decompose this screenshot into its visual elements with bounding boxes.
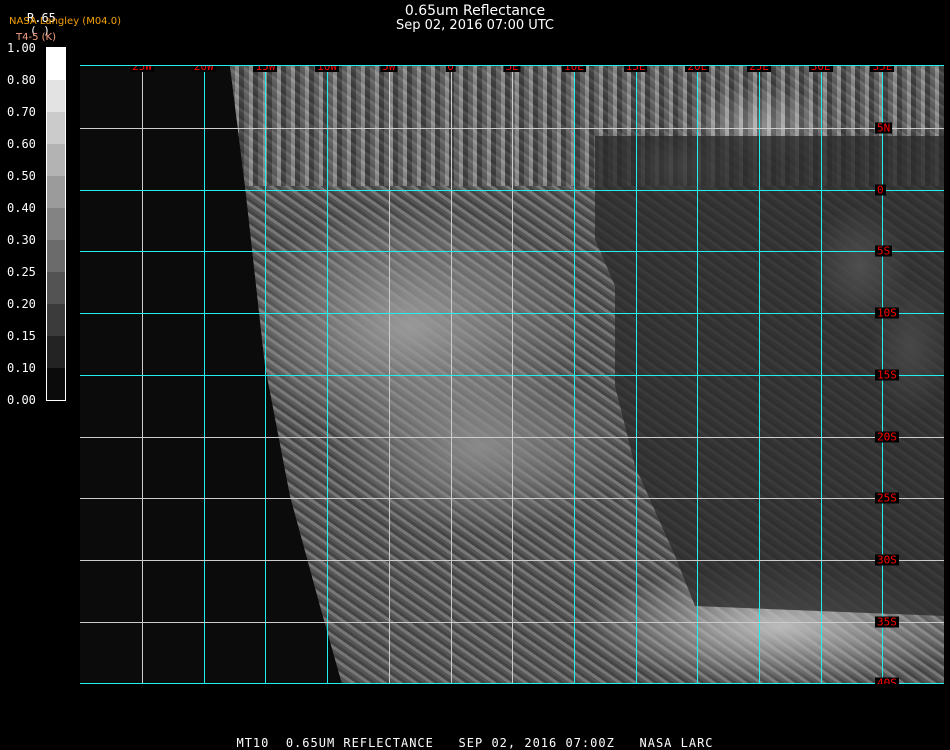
colorbar-band bbox=[47, 368, 65, 400]
latitude-label: 15S bbox=[875, 368, 899, 382]
colorbar-label: 0.60 bbox=[7, 137, 36, 151]
colorbar-label: 0.15 bbox=[7, 329, 36, 343]
longitude-label: 15W bbox=[253, 66, 278, 72]
latitude-line bbox=[80, 128, 944, 129]
longitude-label: 15E bbox=[623, 66, 648, 72]
longitude-label: 10E bbox=[561, 66, 586, 72]
latitude-label: 5S bbox=[875, 244, 893, 258]
colorbar-source: NASA Langley (M04.0) bbox=[9, 16, 121, 27]
colorbar-label: 0.00 bbox=[7, 393, 36, 407]
colorbar-band bbox=[47, 272, 65, 304]
longitude-label: 20W bbox=[191, 66, 216, 72]
latitude-label: 0 bbox=[875, 183, 886, 197]
colorbar-label: 0.20 bbox=[7, 297, 36, 311]
latitude-label: 10S bbox=[875, 306, 899, 320]
longitude-label: 5W bbox=[380, 66, 398, 72]
colorbar-band bbox=[47, 48, 65, 80]
longitude-label: 25W bbox=[130, 66, 154, 72]
colorbar-band bbox=[47, 144, 65, 176]
latitude-label: 5N bbox=[875, 121, 893, 135]
latitude-line bbox=[80, 683, 944, 684]
longitude-label: 20E bbox=[685, 66, 710, 72]
latitude-label: 30S bbox=[875, 553, 899, 567]
image-datetime: Sep 02, 2016 07:00 UTC bbox=[395, 18, 555, 33]
colorbar-label: 1.00 bbox=[7, 41, 36, 55]
colorbar bbox=[46, 47, 66, 401]
latitude-line bbox=[80, 498, 944, 500]
colorbar-band bbox=[47, 112, 65, 144]
colorbar-band bbox=[47, 176, 65, 208]
latitude-line bbox=[80, 374, 944, 376]
colorbar-band bbox=[47, 336, 65, 368]
colorbar-label: 0.30 bbox=[7, 233, 36, 247]
colorbar-label: 0.25 bbox=[7, 265, 36, 279]
satellite-map: 25W 20W 15W 10W 5W 0 5E 10E 15E 20E 25E 30E 35E 5N 0 5S… bbox=[80, 65, 944, 684]
longitude-label: 30E bbox=[808, 66, 833, 72]
colorbar-label: 0.70 bbox=[7, 105, 36, 119]
latitude-label: 20S bbox=[875, 430, 899, 443]
longitude-label: 25E bbox=[747, 66, 771, 72]
latitude-line bbox=[80, 189, 944, 191]
longitude-label: 5E bbox=[503, 66, 521, 72]
latitude-line bbox=[80, 313, 944, 315]
latitude-label: 40S bbox=[875, 677, 899, 684]
latitude-line bbox=[80, 436, 944, 438]
colorbar-band bbox=[47, 208, 65, 240]
latitude-label: 35S bbox=[875, 615, 899, 629]
latitude-line bbox=[80, 559, 944, 561]
colorbar-label: 0.50 bbox=[7, 169, 36, 183]
colorbar-label: 0.10 bbox=[7, 361, 36, 375]
colorbar-band bbox=[47, 304, 65, 336]
colorbar-band bbox=[47, 80, 65, 112]
latitude-line bbox=[80, 251, 944, 253]
image-title: 0.65um Reflectance bbox=[404, 3, 546, 19]
latitude-line bbox=[80, 621, 944, 623]
longitude-label: 0 bbox=[445, 66, 456, 72]
longitude-label: 10W bbox=[315, 66, 340, 72]
colorbar-label: 0.40 bbox=[7, 201, 36, 215]
footer-caption: MT10 0.65UM REFLECTANCE SEP 02, 2016 07:… bbox=[236, 736, 714, 750]
colorbar-label: 0.80 bbox=[7, 73, 36, 87]
latitude-label: 25S bbox=[875, 491, 899, 505]
colorbar-band bbox=[47, 240, 65, 272]
longitude-label: 35E bbox=[870, 66, 895, 72]
